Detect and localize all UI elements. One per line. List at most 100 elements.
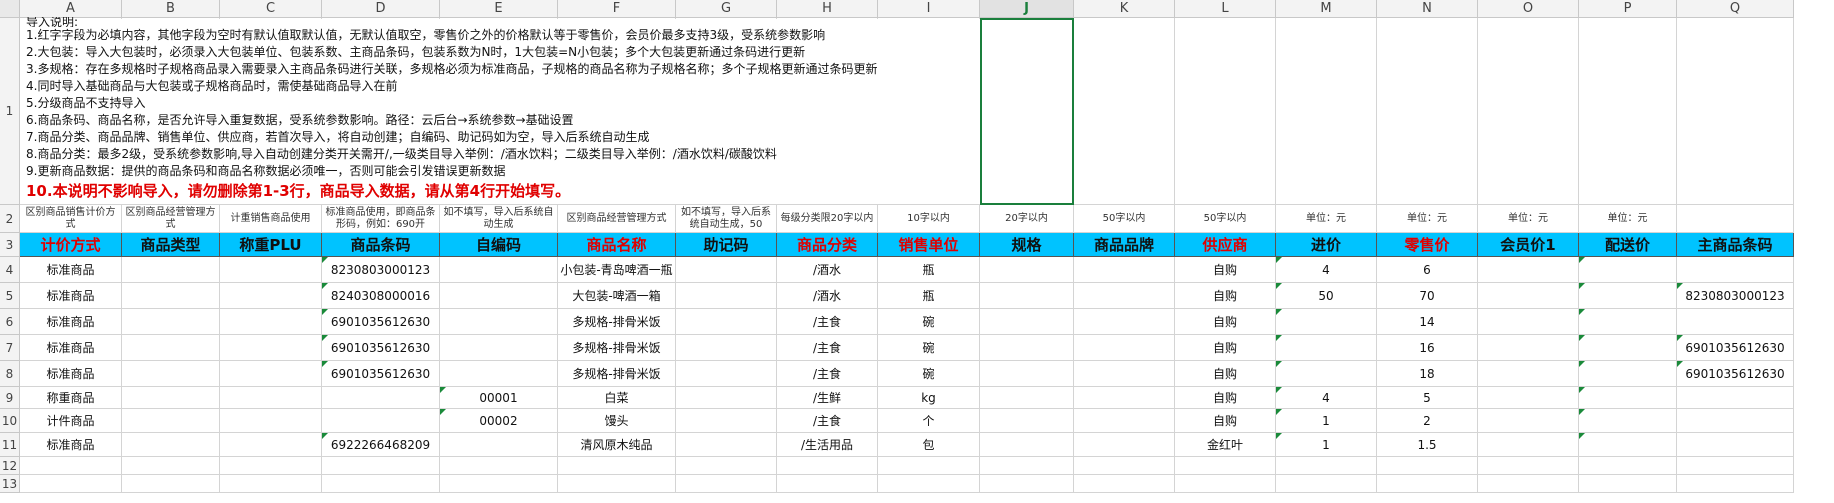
- data-cell[interactable]: 5: [1377, 387, 1478, 409]
- row-header-2[interactable]: 2: [0, 205, 20, 233]
- data-cell[interactable]: [1478, 475, 1579, 493]
- data-cell[interactable]: [122, 283, 220, 309]
- data-cell[interactable]: [220, 309, 322, 335]
- row-header-12[interactable]: 12: [0, 457, 20, 475]
- cell-row1[interactable]: [1175, 18, 1276, 205]
- data-cell[interactable]: [1276, 335, 1377, 361]
- data-cell[interactable]: [1074, 387, 1175, 409]
- data-cell[interactable]: [980, 409, 1074, 433]
- field-header[interactable]: 配送价: [1579, 233, 1677, 257]
- hint-cell[interactable]: 如不填写，导入后系统自动生成，50: [676, 205, 777, 233]
- field-header[interactable]: 商品分类: [777, 233, 878, 257]
- data-cell[interactable]: [676, 335, 777, 361]
- data-cell[interactable]: [220, 335, 322, 361]
- data-cell[interactable]: [676, 257, 777, 283]
- field-header[interactable]: 进价: [1276, 233, 1377, 257]
- data-cell[interactable]: [558, 475, 676, 493]
- data-cell[interactable]: 6922266468209: [322, 433, 440, 457]
- hint-cell[interactable]: 单位：元: [1478, 205, 1579, 233]
- data-cell[interactable]: [1579, 283, 1677, 309]
- data-cell[interactable]: 自购: [1175, 283, 1276, 309]
- hint-cell[interactable]: 计重销售商品使用: [220, 205, 322, 233]
- data-cell[interactable]: 8230803000123: [322, 257, 440, 283]
- data-cell[interactable]: [440, 309, 558, 335]
- data-cell[interactable]: 4: [1276, 257, 1377, 283]
- data-cell[interactable]: [980, 309, 1074, 335]
- column-header-k[interactable]: K: [1074, 0, 1175, 18]
- column-header-h[interactable]: H: [777, 0, 878, 18]
- row-header-5[interactable]: 5: [0, 283, 20, 309]
- data-cell[interactable]: [1074, 283, 1175, 309]
- data-cell[interactable]: /生活用品: [777, 433, 878, 457]
- data-cell[interactable]: [980, 457, 1074, 475]
- hint-cell[interactable]: 50字以内: [1175, 205, 1276, 233]
- data-cell[interactable]: 碗: [878, 361, 980, 387]
- data-cell[interactable]: 瓶: [878, 283, 980, 309]
- data-cell[interactable]: 自购: [1175, 335, 1276, 361]
- data-cell[interactable]: [676, 387, 777, 409]
- hint-cell[interactable]: 单位：元: [1276, 205, 1377, 233]
- data-cell[interactable]: 碗: [878, 309, 980, 335]
- data-cell[interactable]: [122, 433, 220, 457]
- data-cell[interactable]: [980, 433, 1074, 457]
- data-cell[interactable]: [122, 457, 220, 475]
- column-header-n[interactable]: N: [1377, 0, 1478, 18]
- data-cell[interactable]: [1579, 433, 1677, 457]
- data-cell[interactable]: [1074, 361, 1175, 387]
- data-cell[interactable]: [1579, 257, 1677, 283]
- data-cell[interactable]: [1478, 387, 1579, 409]
- field-header[interactable]: 规格: [980, 233, 1074, 257]
- hint-cell[interactable]: 单位：元: [1377, 205, 1478, 233]
- row-header-3[interactable]: 3: [0, 233, 20, 257]
- data-cell[interactable]: [1677, 257, 1794, 283]
- data-cell[interactable]: [878, 457, 980, 475]
- data-cell[interactable]: [440, 361, 558, 387]
- data-cell[interactable]: [1377, 457, 1478, 475]
- cell-row1[interactable]: [1478, 18, 1579, 205]
- data-cell[interactable]: [1579, 309, 1677, 335]
- field-header[interactable]: 商品类型: [122, 233, 220, 257]
- data-cell[interactable]: 标准商品: [20, 335, 122, 361]
- data-cell[interactable]: /生鲜: [777, 387, 878, 409]
- field-header[interactable]: 销售单位: [878, 233, 980, 257]
- data-cell[interactable]: kg: [878, 387, 980, 409]
- data-cell[interactable]: [440, 457, 558, 475]
- data-cell[interactable]: [220, 361, 322, 387]
- cell-row1[interactable]: [1377, 18, 1478, 205]
- data-cell[interactable]: 金红叶: [1175, 433, 1276, 457]
- field-header[interactable]: 商品名称: [558, 233, 676, 257]
- data-cell[interactable]: 1: [1276, 433, 1377, 457]
- data-cell[interactable]: [980, 335, 1074, 361]
- data-cell[interactable]: [122, 335, 220, 361]
- data-cell[interactable]: [1276, 457, 1377, 475]
- data-cell[interactable]: 6901035612630: [322, 335, 440, 361]
- hint-cell[interactable]: 如不填写，导入后系统自动生成: [440, 205, 558, 233]
- data-cell[interactable]: [1677, 475, 1794, 493]
- data-cell[interactable]: [1074, 457, 1175, 475]
- data-cell[interactable]: 自购: [1175, 387, 1276, 409]
- data-cell[interactable]: [676, 457, 777, 475]
- data-cell[interactable]: 称重商品: [20, 387, 122, 409]
- data-cell[interactable]: [1074, 309, 1175, 335]
- data-cell[interactable]: 白菜: [558, 387, 676, 409]
- data-cell[interactable]: [1478, 409, 1579, 433]
- field-header[interactable]: 称重PLU: [220, 233, 322, 257]
- data-cell[interactable]: /主食: [777, 309, 878, 335]
- data-cell[interactable]: [1074, 433, 1175, 457]
- data-cell[interactable]: /主食: [777, 361, 878, 387]
- hint-cell[interactable]: 每级分类限20字以内: [777, 205, 878, 233]
- row-header-10[interactable]: 10: [0, 409, 20, 433]
- data-cell[interactable]: /主食: [777, 335, 878, 361]
- hint-cell[interactable]: 20字以内: [980, 205, 1074, 233]
- column-header-m[interactable]: M: [1276, 0, 1377, 18]
- column-header-l[interactable]: L: [1175, 0, 1276, 18]
- data-cell[interactable]: [1478, 257, 1579, 283]
- data-cell[interactable]: [122, 387, 220, 409]
- data-cell[interactable]: [777, 457, 878, 475]
- data-cell[interactable]: [1579, 409, 1677, 433]
- data-cell[interactable]: 14: [1377, 309, 1478, 335]
- data-cell[interactable]: [1677, 309, 1794, 335]
- data-cell[interactable]: [1579, 475, 1677, 493]
- data-cell[interactable]: [1276, 475, 1377, 493]
- field-header[interactable]: 零售价: [1377, 233, 1478, 257]
